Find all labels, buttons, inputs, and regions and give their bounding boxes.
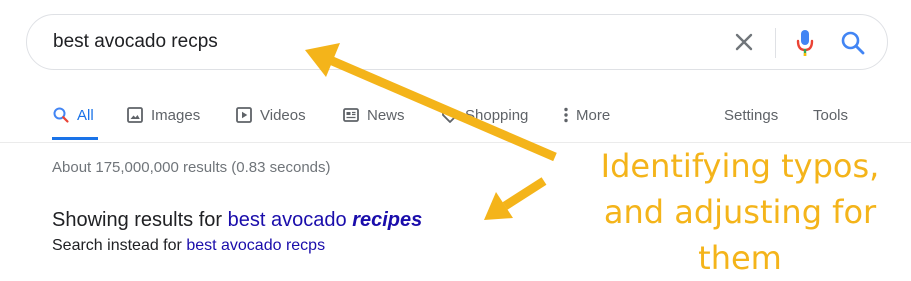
tab-videos[interactable]: Videos [235, 104, 306, 126]
search-icon[interactable] [839, 29, 867, 57]
search-bar [26, 14, 888, 70]
annotation-line: and adjusting for [603, 193, 877, 231]
image-icon [127, 107, 143, 123]
tab-label: Videos [260, 106, 306, 124]
tab-news[interactable]: News [342, 104, 405, 126]
spelling-correction: Showing results for best avocado recipes [52, 209, 422, 232]
result-stats: About 175,000,000 results (0.83 seconds) [52, 159, 331, 176]
tab-more[interactable]: More [560, 104, 610, 126]
tools-link[interactable]: Tools [813, 104, 848, 126]
settings-link[interactable]: Settings [724, 104, 778, 126]
showing-prefix: Showing results for [52, 209, 223, 231]
clear-icon[interactable] [731, 29, 757, 55]
annotation-line: Identifying typos, [600, 147, 880, 185]
active-tab-indicator [52, 137, 98, 140]
corrected-query-link[interactable]: best avocado recipes [228, 209, 423, 231]
original-query-link[interactable]: best avocado recps [186, 237, 325, 254]
tab-label: More [576, 106, 611, 124]
annotation-text: Identifying typos, and adjusting for the… [595, 143, 885, 281]
tab-label: News [367, 106, 405, 124]
settings-label: Settings [724, 106, 779, 124]
search-icon [53, 107, 69, 123]
tab-all[interactable]: All [52, 104, 94, 126]
tools-label: Tools [813, 106, 849, 124]
corrected-word: recipes [352, 209, 423, 231]
instead-prefix: Search instead for [52, 237, 182, 254]
more-vert-icon [564, 107, 568, 123]
arrow-to-corrected-query [484, 177, 547, 220]
news-icon [343, 108, 359, 122]
search-bar-divider [775, 28, 776, 58]
tab-images[interactable]: Images [126, 104, 200, 126]
tab-label: All [77, 106, 94, 124]
search-tabs: All Images Videos News Shopping More Set… [0, 96, 911, 142]
tab-label: Shopping [465, 106, 529, 124]
annotation-line: them [698, 239, 782, 277]
tab-label: Images [151, 106, 201, 124]
microphone-icon[interactable] [793, 27, 817, 59]
corrected-query-text: best avocado [227, 209, 347, 231]
search-input[interactable] [53, 15, 693, 69]
tab-shopping[interactable]: Shopping [440, 104, 528, 126]
search-instead: Search instead for best avocado recps [52, 237, 325, 255]
play-icon [236, 107, 252, 123]
tag-icon [442, 108, 457, 123]
